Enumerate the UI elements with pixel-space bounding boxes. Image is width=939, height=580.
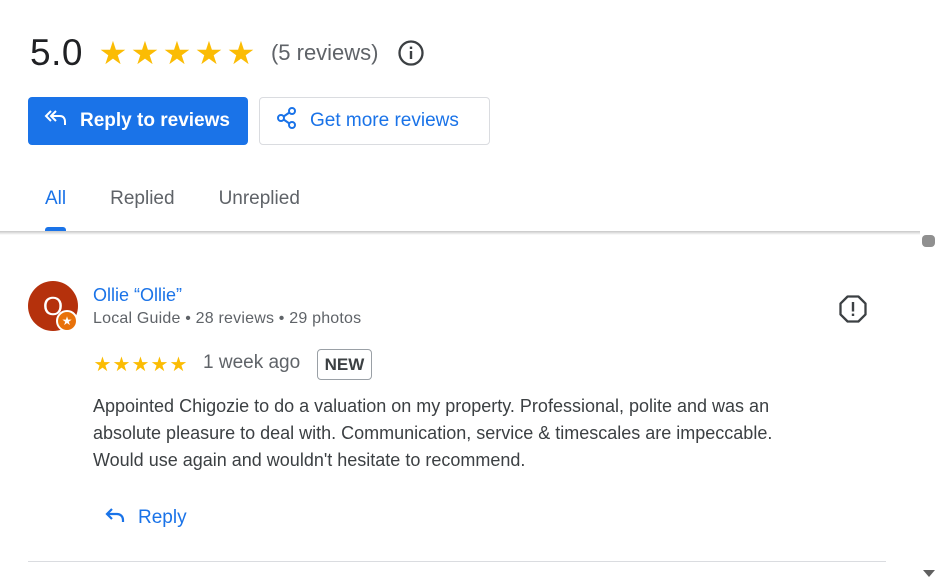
share-icon: [276, 106, 298, 136]
reply-to-reviews-label: Reply to reviews: [80, 110, 230, 131]
reply-to-reviews-button[interactable]: Reply to reviews: [28, 97, 248, 145]
review-filter-tabs: All Replied Unreplied: [28, 175, 317, 231]
review-text-line: absolute pleasure to deal with. Communic…: [93, 423, 773, 443]
star-icon: ★: [112, 354, 131, 376]
reply-icon: [104, 506, 126, 530]
report-review-icon[interactable]: [838, 294, 868, 324]
review-divider: [28, 561, 886, 562]
average-stars: ★ ★ ★ ★ ★: [97, 37, 257, 69]
new-badge: NEW: [317, 349, 372, 380]
info-icon[interactable]: [397, 39, 425, 67]
average-score: 5.0: [30, 32, 83, 73]
star-icon: ★: [169, 354, 188, 376]
scrollbar-thumb[interactable]: [922, 235, 935, 247]
review-text-line: Appointed Chigozie to do a valuation on …: [93, 396, 770, 416]
reviewer-name[interactable]: Ollie “Ollie”: [93, 285, 182, 306]
tab-unreplied[interactable]: Unreplied: [202, 175, 317, 231]
review-time: 1 week ago: [203, 352, 301, 373]
action-buttons: Reply to reviews Get more reviews: [28, 97, 490, 145]
reply-button[interactable]: Reply: [104, 506, 187, 530]
star-icon: ★: [130, 35, 160, 71]
local-guide-badge-icon: ★: [56, 310, 78, 332]
scrollbar[interactable]: [920, 231, 939, 580]
star-icon: ★: [150, 354, 169, 376]
reply-all-icon: [44, 108, 68, 134]
star-icon: ★: [131, 354, 150, 376]
star-icon: ★: [93, 354, 112, 376]
tab-all[interactable]: All: [28, 175, 83, 231]
rating-summary: 5.0 ★ ★ ★ ★ ★ (5 reviews): [30, 32, 425, 73]
review-text: Appointed Chigozie to do a valuation on …: [93, 393, 873, 474]
reply-label: Reply: [138, 507, 187, 528]
header-divider: [0, 231, 920, 235]
get-more-reviews-button[interactable]: Get more reviews: [259, 97, 490, 145]
star-icon: ★: [162, 35, 192, 71]
star-icon: ★: [194, 35, 224, 71]
star-icon: ★: [98, 35, 128, 71]
review-count: (5 reviews): [270, 40, 379, 65]
tab-replied[interactable]: Replied: [93, 175, 191, 231]
reviewer-meta: Local Guide • 28 reviews • 29 photos: [93, 310, 362, 327]
review-rating: ★ ★ ★ ★ ★: [93, 352, 188, 377]
review-text-line: Would use again and wouldn't hesitate to…: [93, 450, 526, 470]
scroll-down-arrow-icon[interactable]: [923, 570, 935, 577]
star-icon: ★: [226, 35, 256, 71]
get-more-reviews-label: Get more reviews: [310, 110, 459, 131]
